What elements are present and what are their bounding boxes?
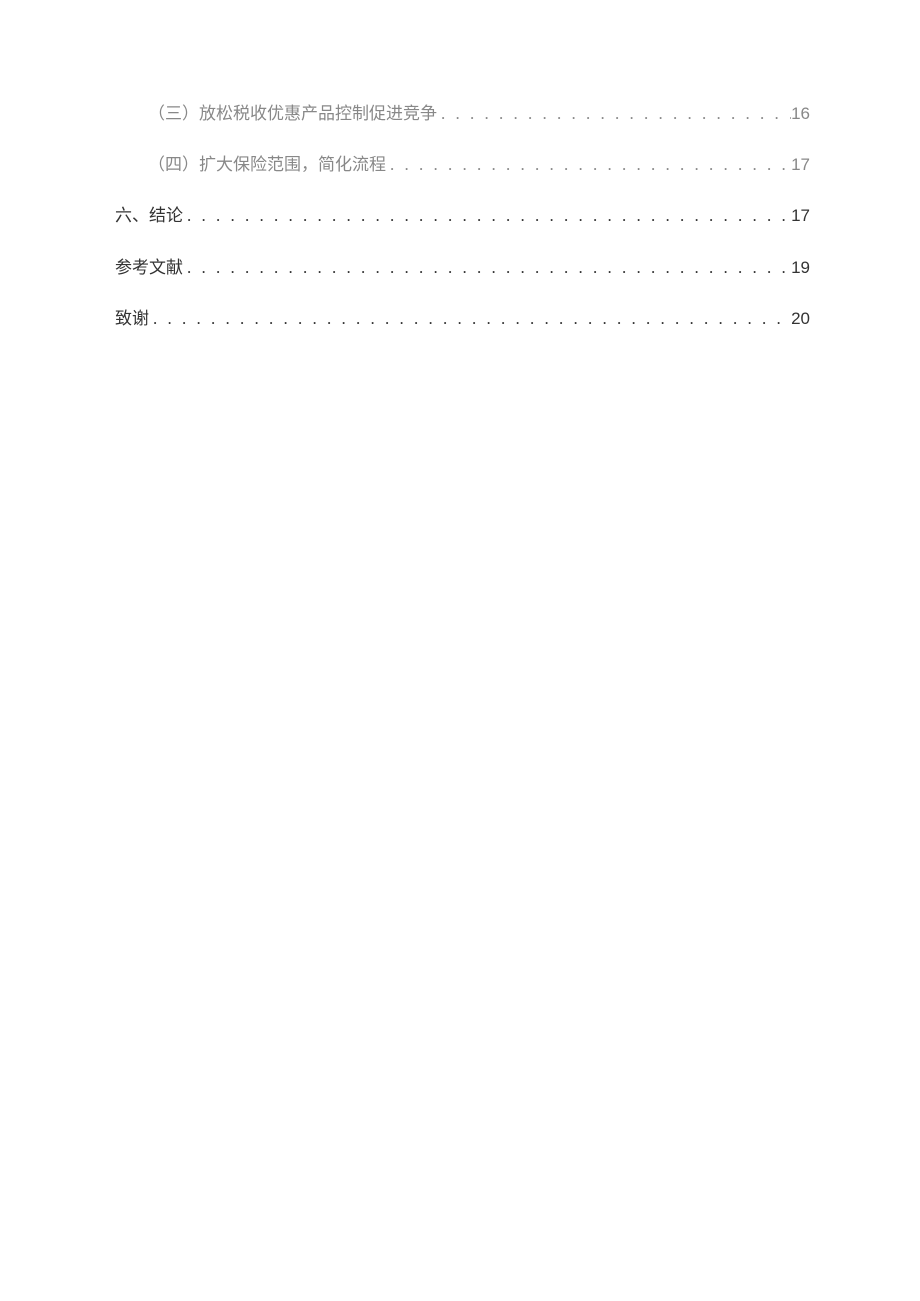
toc-page: 16 [791, 100, 810, 127]
toc-dots [183, 254, 791, 281]
toc-entry: 致谢 20 [115, 305, 810, 332]
toc-container: （三）放松税收优惠产品控制促进竞争 16 （四）扩大保险范围，简化流程 17 六… [115, 100, 810, 332]
toc-page: 19 [791, 254, 810, 281]
toc-page: 20 [791, 305, 810, 332]
toc-page: 17 [791, 202, 810, 229]
toc-dots [437, 100, 791, 127]
toc-entry: 参考文献 19 [115, 254, 810, 281]
toc-page: 17 [791, 151, 810, 178]
toc-title: 六、结论 [115, 202, 183, 229]
toc-dots [386, 151, 791, 178]
toc-dots [149, 305, 791, 332]
toc-title: （三）放松税收优惠产品控制促进竞争 [148, 100, 437, 127]
toc-dots [183, 202, 791, 229]
toc-entry: 六、结论 17 [115, 202, 810, 229]
toc-entry: （三）放松税收优惠产品控制促进竞争 16 [115, 100, 810, 127]
toc-title: 参考文献 [115, 254, 183, 281]
toc-entry: （四）扩大保险范围，简化流程 17 [115, 151, 810, 178]
toc-title: （四）扩大保险范围，简化流程 [148, 151, 386, 178]
toc-title: 致谢 [115, 305, 149, 332]
